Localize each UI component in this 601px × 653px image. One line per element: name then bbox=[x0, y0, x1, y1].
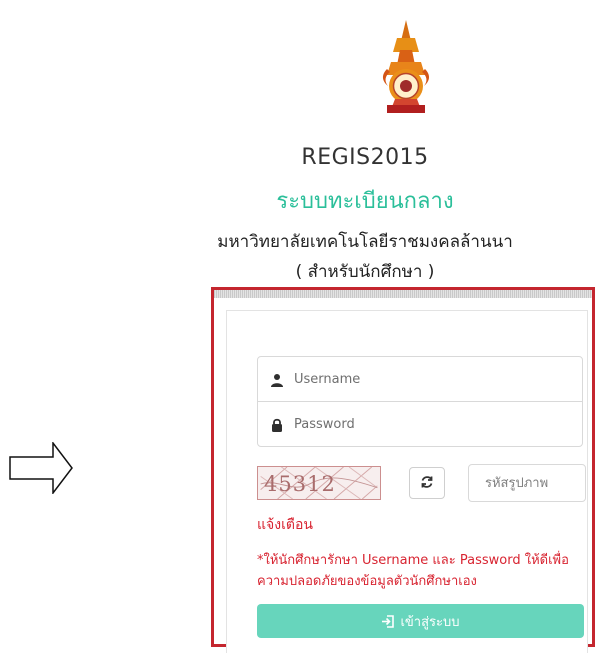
captcha-image: 45312 bbox=[257, 466, 381, 500]
captcha-input[interactable] bbox=[468, 464, 586, 502]
username-input[interactable] bbox=[294, 371, 564, 387]
university-name: มหาวิทยาลัยเทคโนโลยีราชมงคลล้านนา bbox=[217, 232, 513, 252]
login-button-label: เข้าสู่ระบบ bbox=[400, 614, 460, 630]
app-code: REGIS2015 bbox=[301, 145, 429, 170]
right-arrow-icon bbox=[9, 440, 73, 496]
login-button[interactable]: เข้าสู่ระบบ bbox=[257, 604, 584, 638]
lock-icon bbox=[270, 417, 284, 432]
warning-message: *ให้นักศึกษารักษา Username และ Password … bbox=[257, 553, 569, 589]
audience-label: ( สำหรับนักศึกษา ) bbox=[295, 262, 435, 282]
username-field-group bbox=[257, 356, 583, 402]
refresh-captcha-button[interactable] bbox=[409, 467, 445, 499]
captcha-row: 45312 bbox=[257, 464, 587, 504]
password-input[interactable] bbox=[294, 416, 564, 432]
login-card: 45312 แจ้งเตือน *ให้นักศึกษารักษา bbox=[226, 310, 588, 653]
university-logo bbox=[380, 20, 432, 114]
captcha-text: 45312 bbox=[264, 472, 336, 496]
sign-in-icon bbox=[381, 614, 395, 628]
warning-title: แจ้งเตือน bbox=[257, 517, 313, 533]
login-page: REGIS2015 ระบบทะเบียนกลาง มหาวิทยาลัยเทค… bbox=[0, 0, 601, 653]
refresh-icon bbox=[420, 475, 434, 492]
password-field-group bbox=[257, 401, 583, 447]
card-top-border bbox=[214, 290, 592, 298]
system-title: ระบบทะเบียนกลาง bbox=[276, 189, 454, 214]
login-highlight-frame: 45312 แจ้งเตือน *ให้นักศึกษารักษา bbox=[211, 287, 595, 653]
user-icon bbox=[270, 372, 284, 387]
page-header: REGIS2015 ระบบทะเบียนกลาง มหาวิทยาลัยเทค… bbox=[130, 0, 600, 290]
